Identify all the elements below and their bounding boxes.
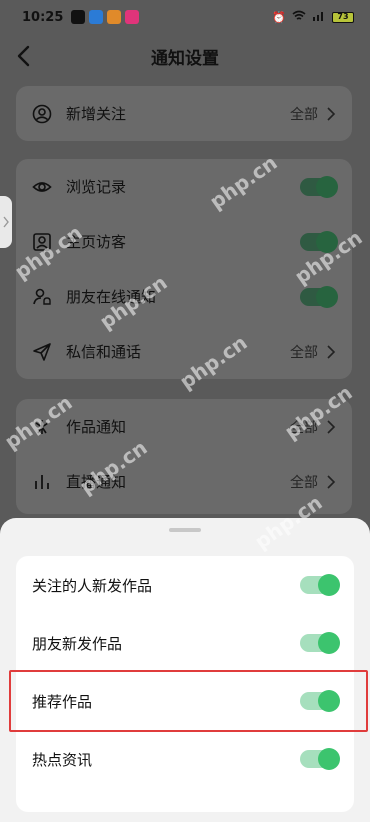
option-label: 朋友新发作品 [32,634,123,653]
setting-value-group: 全部 [290,472,336,492]
toggle-switch[interactable] [300,748,340,770]
setting-row-browse-history: 浏览记录 [16,159,352,214]
sheet-row-trending-news: 热点资讯 [16,730,354,788]
setting-label: 私信和通话 [66,343,142,361]
follow-settings-card: 新增关注 全部 [16,86,352,141]
setting-value: 全部 [290,106,318,123]
option-label: 关注的人新发作品 [32,576,153,595]
highlight-box [9,670,368,732]
page-title: 通知设置 [151,48,219,69]
status-bar: 10:25 ⏰ 73 [0,0,370,34]
setting-label: 浏览记录 [66,178,127,196]
sheet-grabber[interactable] [169,528,201,532]
chevron-right-icon [327,419,336,434]
alarm-icon: ⏰ [272,10,286,24]
setting-value: 全部 [290,344,318,361]
status-indicators: ⏰ 73 [272,10,354,24]
battery-icon: 73 [332,11,354,23]
signal-icon [312,10,326,24]
toggle-switch[interactable] [300,175,338,198]
eye-icon [32,177,52,197]
bar-chart-icon [32,472,52,492]
option-label: 热点资讯 [32,750,93,769]
side-drawer-handle[interactable] [0,196,12,248]
toggle-switch[interactable] [300,632,340,654]
notification-app-icons [71,10,140,24]
person-circle-icon [32,104,52,124]
chevron-right-icon [327,106,336,121]
person-bell-icon [32,287,52,307]
chevron-right-icon [3,216,9,228]
back-arrow-icon[interactable] [14,44,34,68]
wifi-icon [292,10,306,24]
tiktok-icon [71,10,86,24]
setting-value-group: 全部 [290,342,336,362]
setting-label: 新增关注 [66,105,127,123]
chevron-right-icon [327,344,336,359]
chevron-right-icon [327,474,336,489]
video-app-icon [125,10,140,24]
toggle-switch[interactable] [300,285,338,308]
setting-label: 作品通知 [66,418,127,436]
toggle-switch[interactable] [300,574,340,596]
sheet-row-following-new-works: 关注的人新发作品 [16,556,354,614]
setting-value: 全部 [290,474,318,491]
setting-value-group: 全部 [290,104,336,124]
setting-row-new-followers[interactable]: 新增关注 全部 [16,86,352,141]
status-time: 10:25 [22,9,64,25]
top-nav-bar: 通知设置 [0,36,370,76]
app-icon [89,10,104,24]
sheet-row-friends-new-works: 朋友新发作品 [16,614,354,672]
send-icon [32,342,52,362]
app-icon [107,10,122,24]
